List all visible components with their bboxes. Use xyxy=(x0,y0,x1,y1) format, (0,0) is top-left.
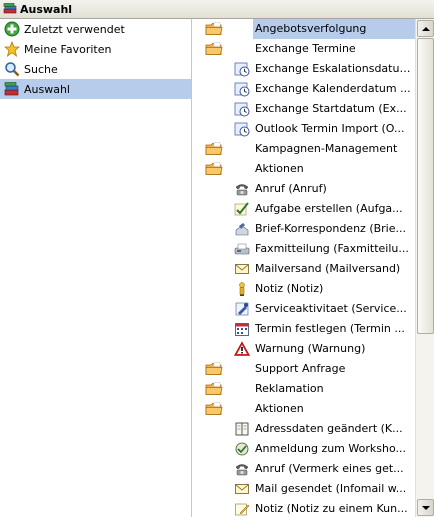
row-label: Aufgabe erstellen (Aufga... xyxy=(255,202,403,215)
row-label: Angebotsverfolgung xyxy=(253,19,415,39)
nav-item-label: Zuletzt verwendet xyxy=(24,22,125,36)
row-label: Anruf (Anruf) xyxy=(255,182,327,195)
checkmark-pen-icon xyxy=(234,201,250,217)
magnifier-icon xyxy=(4,61,20,77)
envelope-icon xyxy=(234,481,250,497)
title-bar: Auswahl xyxy=(0,0,434,19)
clock-icon xyxy=(234,101,250,117)
nav-item-search[interactable]: Suche xyxy=(0,59,191,79)
nav-item-selection[interactable]: Auswahl xyxy=(0,79,191,99)
list-item[interactable]: Anmeldung zum Worksho... xyxy=(202,439,415,459)
row-label: Mail gesendet (Infomail w... xyxy=(255,482,407,495)
list-item[interactable]: Notiz (Notiz) xyxy=(202,279,415,299)
window-title: Auswahl xyxy=(20,2,73,16)
nav-item-favorites[interactable]: Meine Favoriten xyxy=(0,39,191,59)
address-book-icon xyxy=(234,421,250,437)
row-label: Aktionen xyxy=(255,402,304,415)
row-label: Adressdaten geändert (K... xyxy=(255,422,403,435)
row-label: Aktionen xyxy=(255,162,304,175)
folder-row[interactable]: Reklamation xyxy=(202,379,415,399)
clock-icon xyxy=(234,121,250,137)
folder-row[interactable]: Exchange Termine xyxy=(202,39,415,59)
row-label: Outlook Termin Import (O... xyxy=(255,122,405,135)
list-item[interactable]: Warnung (Warnung) xyxy=(202,339,415,359)
row-label: Termin festlegen (Termin ... xyxy=(255,322,405,335)
row-label: Anmeldung zum Worksho... xyxy=(255,442,406,455)
row-label: Anruf (Vermerk eines get... xyxy=(255,462,404,475)
folder-icon xyxy=(205,382,223,396)
nav-item-recent[interactable]: Zuletzt verwendet xyxy=(0,19,191,39)
selection-list: Angebotsverfolgung Exchange Termine Exchan… xyxy=(202,19,415,517)
books-icon xyxy=(4,81,20,97)
row-label: Notiz (Notiz) xyxy=(255,282,324,295)
list-item[interactable]: Brief-Korrespondenz (Brie... xyxy=(202,219,415,239)
list-item[interactable]: Outlook Termin Import (O... xyxy=(202,119,415,139)
list-item[interactable]: Exchange Startdatum (Ex... xyxy=(202,99,415,119)
folder-row[interactable]: Aktionen xyxy=(202,399,415,419)
folder-icon xyxy=(205,402,223,416)
row-label: Serviceaktivitaet (Service... xyxy=(255,302,407,315)
clock-icon xyxy=(234,81,250,97)
person-note-icon xyxy=(234,281,250,297)
arrow-down-icon xyxy=(421,505,430,510)
calendar-icon xyxy=(234,321,250,337)
list-item[interactable]: Aufgabe erstellen (Aufga... xyxy=(202,199,415,219)
folder-icon xyxy=(205,162,223,176)
phone-icon xyxy=(234,181,250,197)
row-label: Faxmitteilung (Faxmitteilu... xyxy=(255,242,409,255)
registration-icon xyxy=(234,441,250,457)
scroll-up-button[interactable] xyxy=(417,20,434,37)
list-item[interactable]: Faxmitteilung (Faxmitteilu... xyxy=(202,239,415,259)
row-label: Kampagnen-Management xyxy=(255,142,398,155)
scroll-down-button[interactable] xyxy=(417,499,434,516)
nav-item-label: Suche xyxy=(24,62,58,76)
list-item[interactable]: Mailversand (Mailversand) xyxy=(202,259,415,279)
folder-row[interactable]: Aktionen xyxy=(202,159,415,179)
folder-icon xyxy=(205,42,223,56)
list-item[interactable]: Mail gesendet (Infomail w... xyxy=(202,479,415,499)
row-label: Notiz (Notiz zu einem Kun... xyxy=(255,502,408,515)
nav-item-label: Meine Favoriten xyxy=(24,42,112,56)
list-item[interactable]: Termin festlegen (Termin ... xyxy=(202,319,415,339)
folder-row[interactable]: Support Anfrage xyxy=(202,359,415,379)
list-item[interactable]: Exchange Kalenderdatum ... xyxy=(202,79,415,99)
row-label: Exchange Termine xyxy=(255,42,356,55)
list-item[interactable]: Anruf (Vermerk eines get... xyxy=(202,459,415,479)
books-icon xyxy=(3,3,17,15)
row-label: Brief-Korrespondenz (Brie... xyxy=(255,222,406,235)
folder-icon xyxy=(205,362,223,376)
navigation-pane: Zuletzt verwendet Meine Favoriten Suche … xyxy=(0,19,192,517)
row-label: Exchange Eskalationsdatum ... xyxy=(255,62,415,75)
phone-icon xyxy=(234,461,250,477)
row-label: Mailversand (Mailversand) xyxy=(255,262,401,275)
letter-hand-icon xyxy=(234,221,250,237)
vertical-scrollbar[interactable] xyxy=(415,19,434,517)
scroll-thumb[interactable] xyxy=(417,38,434,334)
folder-row[interactable]: Kampagnen-Management xyxy=(202,139,415,159)
folder-row[interactable]: Angebotsverfolgung xyxy=(202,19,415,39)
list-item[interactable]: Notiz (Notiz zu einem Kun... xyxy=(202,499,415,517)
pencil-note-icon xyxy=(234,501,250,517)
envelope-icon xyxy=(234,261,250,277)
nav-item-label: Auswahl xyxy=(24,82,70,96)
row-label: Exchange Startdatum (Ex... xyxy=(255,102,407,115)
clock-icon xyxy=(234,61,250,77)
row-label: Warnung (Warnung) xyxy=(255,342,366,355)
folder-icon xyxy=(205,22,223,36)
fax-icon xyxy=(234,241,250,257)
service-icon xyxy=(234,301,250,317)
row-label: Reklamation xyxy=(255,382,324,395)
arrow-up-icon xyxy=(421,26,430,31)
recent-plus-icon xyxy=(4,21,20,37)
list-item[interactable]: Adressdaten geändert (K... xyxy=(202,419,415,439)
list-item[interactable]: Exchange Eskalationsdatum ... xyxy=(202,59,415,79)
list-item[interactable]: Serviceaktivitaet (Service... xyxy=(202,299,415,319)
splitter[interactable] xyxy=(192,19,202,517)
folder-icon xyxy=(205,142,223,156)
list-item[interactable]: Anruf (Anruf) xyxy=(202,179,415,199)
warning-icon xyxy=(233,341,251,357)
row-label: Exchange Kalenderdatum ... xyxy=(255,82,411,95)
row-label: Support Anfrage xyxy=(255,362,346,375)
star-icon xyxy=(3,40,21,58)
